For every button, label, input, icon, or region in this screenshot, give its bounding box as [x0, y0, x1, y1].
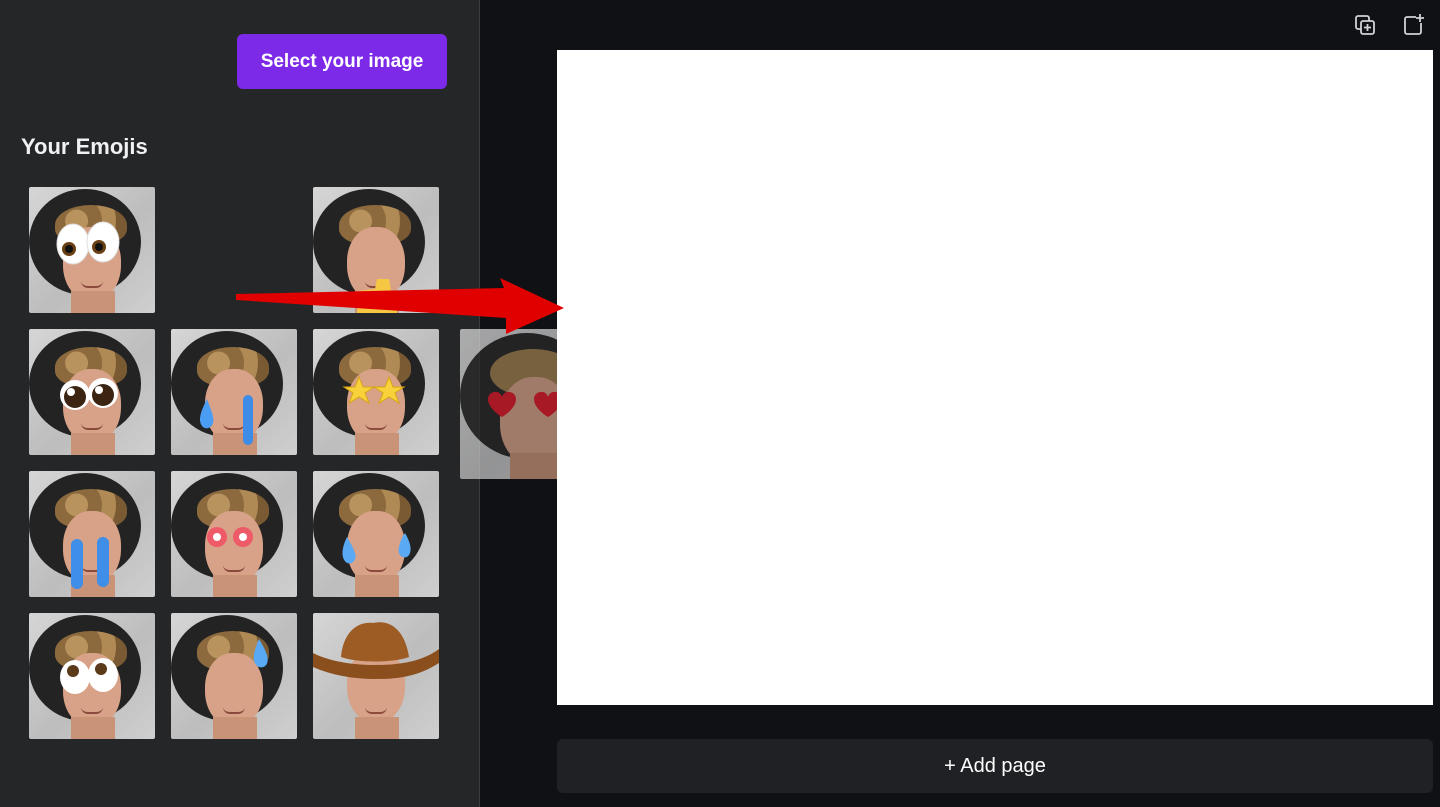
emoji-thumbnail[interactable]: [313, 613, 439, 739]
duplicate-page-icon[interactable]: [1350, 10, 1380, 40]
emoji-thumbnail[interactable]: [29, 613, 155, 739]
add-page-button[interactable]: + Add page: [557, 739, 1433, 793]
emoji-thumbnail[interactable]: [313, 329, 439, 455]
emoji-thumbnail[interactable]: [29, 471, 155, 597]
emoji-thumbnail[interactable]: [171, 471, 297, 597]
emoji-thumbnail[interactable]: [313, 471, 439, 597]
section-title: Your Emojis: [21, 134, 148, 159]
emoji-thumbnail[interactable]: [171, 329, 297, 455]
emoji-thumbnail[interactable]: [171, 613, 297, 739]
select-image-button[interactable]: Select your image: [237, 34, 447, 89]
add-page-icon[interactable]: [1399, 10, 1429, 40]
emoji-thumbnail[interactable]: [313, 187, 439, 313]
emoji-panel: Select your image Your Emojis: [0, 0, 480, 807]
emoji-thumbnail[interactable]: [29, 187, 155, 313]
emoji-thumbnail[interactable]: [29, 329, 155, 455]
design-canvas-page[interactable]: [557, 50, 1433, 705]
